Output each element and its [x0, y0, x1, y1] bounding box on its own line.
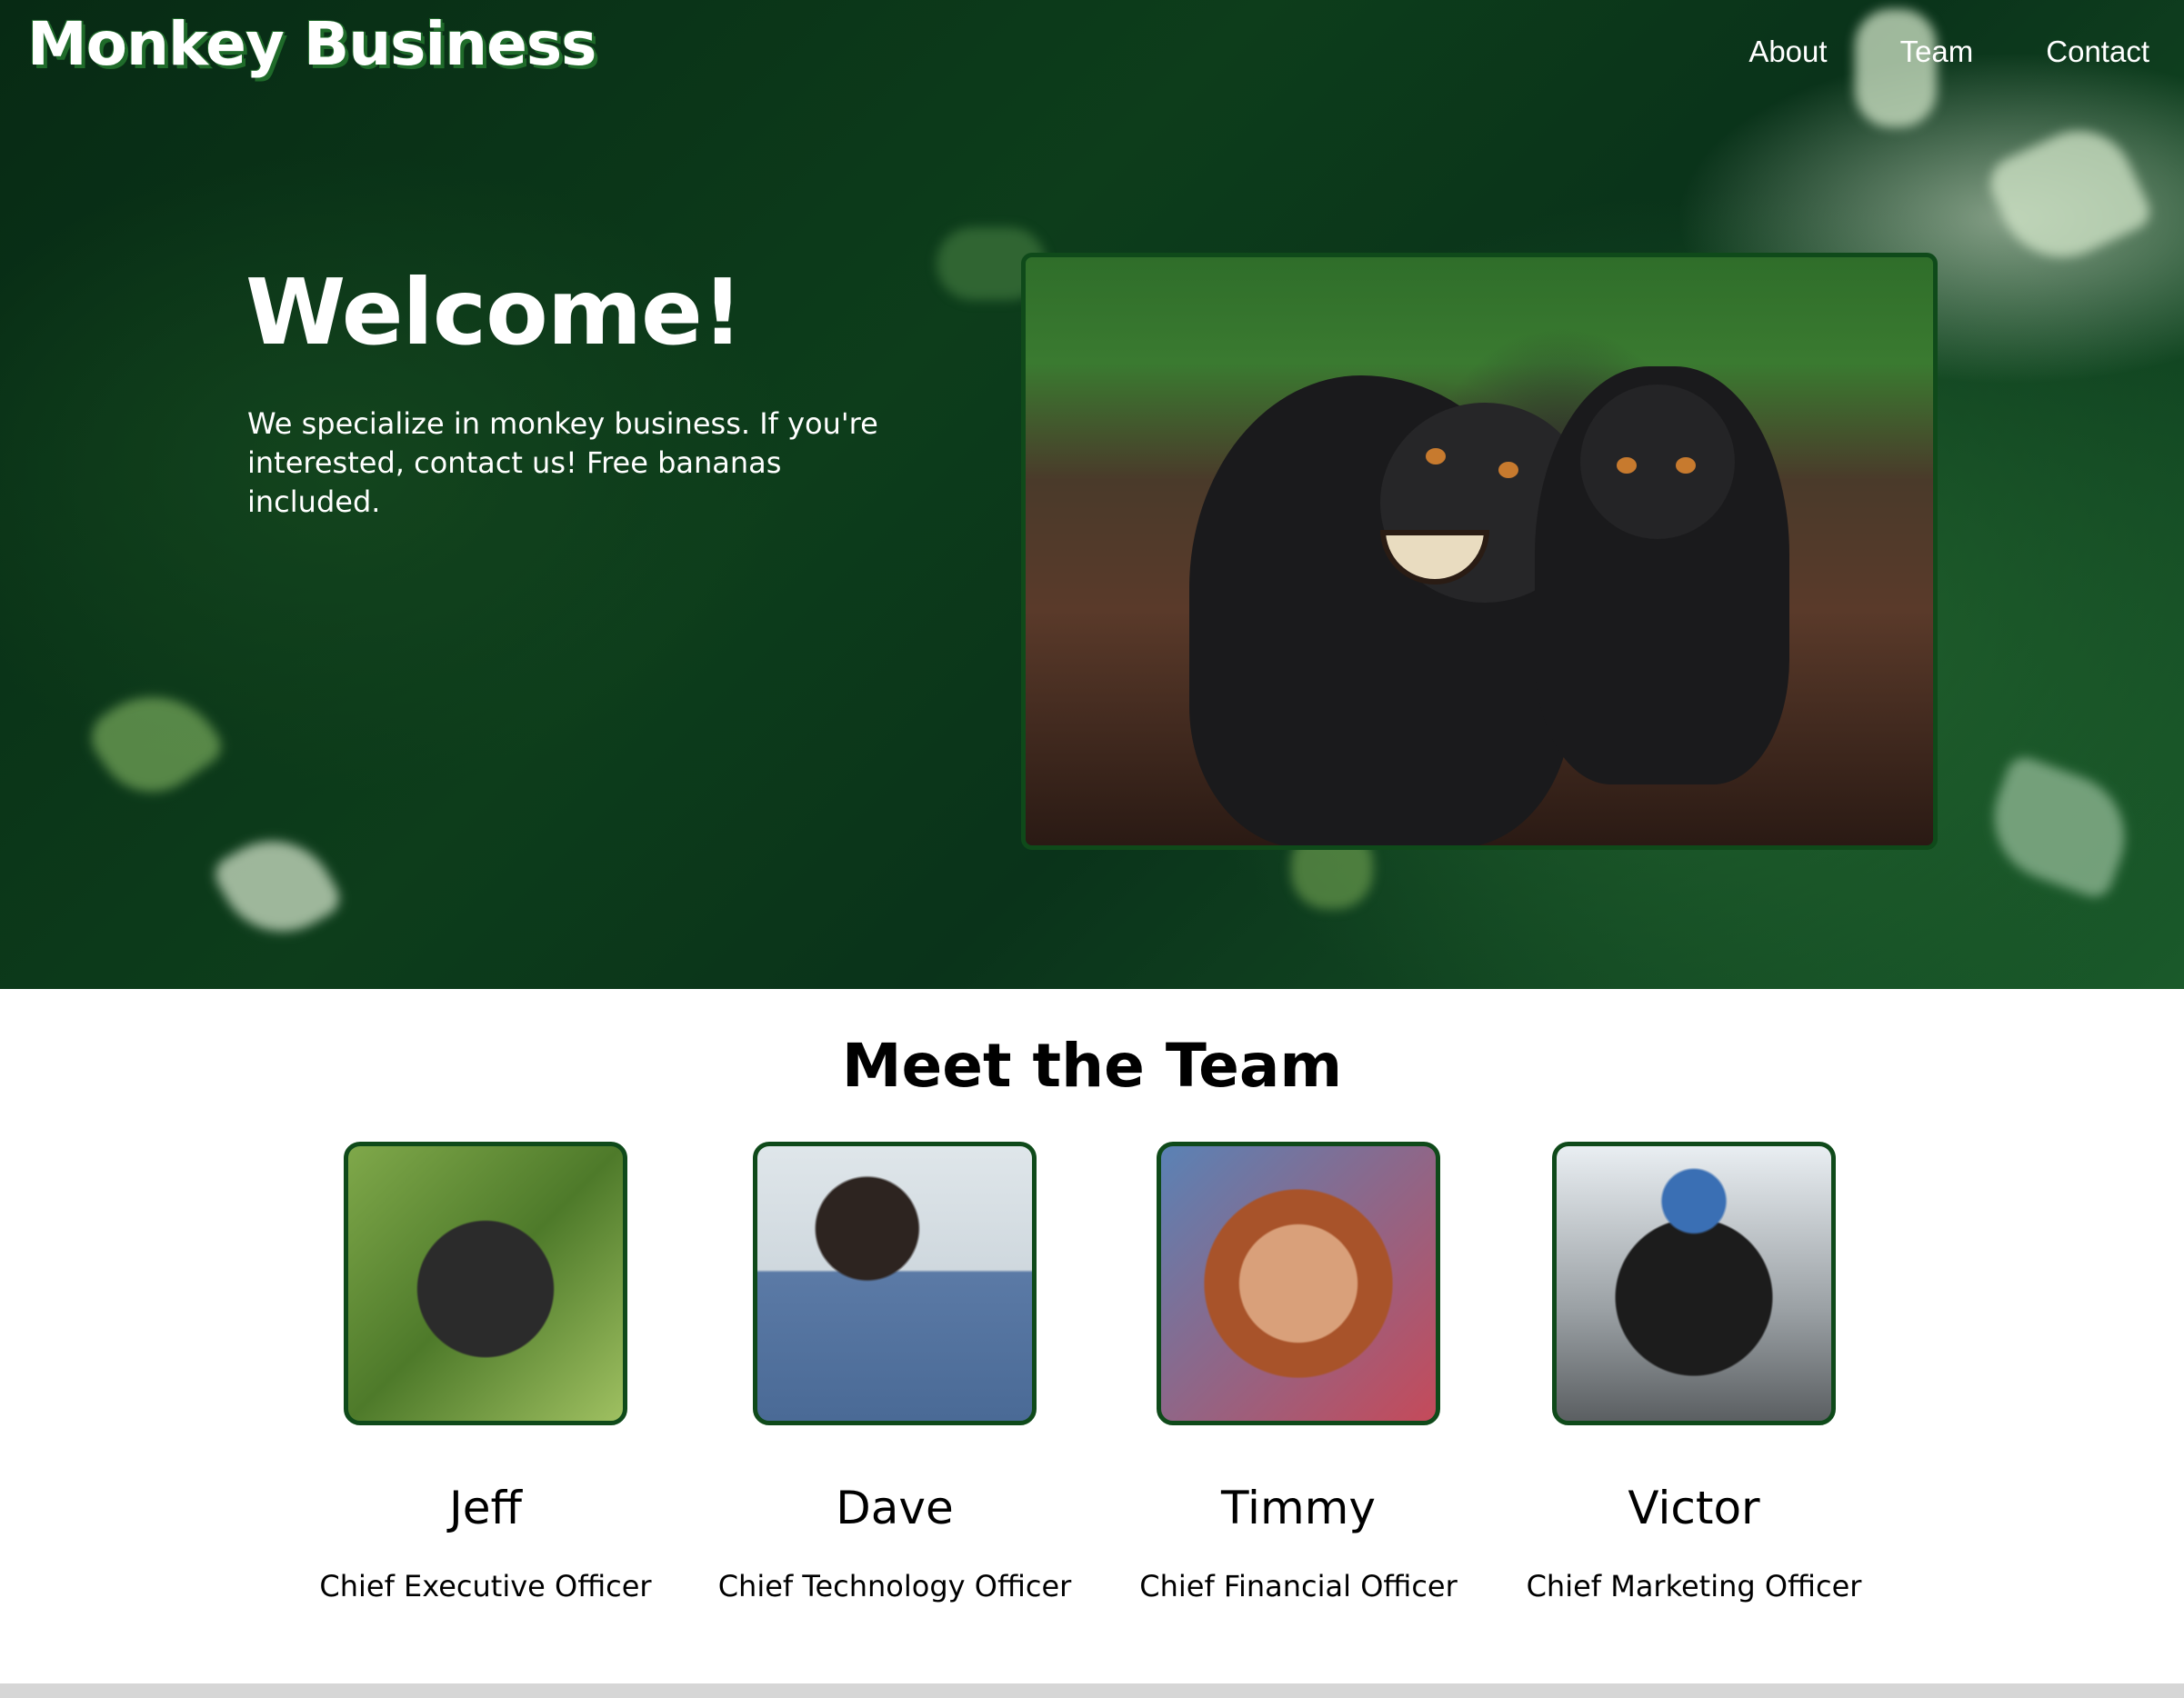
background-leaf-highlight [81, 668, 228, 814]
site-logo[interactable]: Monkey Business [27, 9, 596, 79]
monkey-eye [1676, 457, 1696, 474]
team-heading: Meet the Team [841, 1031, 1343, 1101]
team-member-name: Jeff [449, 1482, 522, 1534]
nav-link-contact[interactable]: Contact [2046, 35, 2149, 69]
background-leaf-highlight [208, 817, 346, 955]
team-photo-dave [753, 1142, 1037, 1425]
nav-link-about[interactable]: About [1748, 35, 1827, 69]
hero-monkeys-photo [1021, 253, 1938, 850]
hero-heading: Welcome! [245, 259, 743, 365]
background-leaf-highlight [1977, 752, 2142, 903]
monkey-head-right [1580, 385, 1735, 539]
monkey-eye [1498, 462, 1518, 478]
nav-link-team[interactable]: Team [1900, 35, 1974, 69]
main-nav: About Team Contact [1748, 35, 2149, 69]
footer-edge [0, 1683, 2184, 1698]
team-photo-timmy [1157, 1142, 1440, 1425]
background-leaf-highlight [1981, 113, 2156, 278]
team-member-role: Chief Financial Officer [1139, 1569, 1458, 1603]
team-member-role: Chief Technology Officer [717, 1569, 1072, 1603]
team-member-role: Chief Marketing Officer [1526, 1569, 1862, 1603]
hero-intro-text: We specialize in monkey business. If you… [247, 406, 878, 519]
team-member-name: Dave [836, 1482, 954, 1534]
hero-section: Monkey Business About Team Contact Welco… [0, 0, 2184, 989]
team-photo-jeff [344, 1142, 627, 1425]
team-member-name: Timmy [1221, 1482, 1376, 1534]
team-member-role: Chief Executive Officer [319, 1569, 652, 1603]
monkey-eye [1617, 457, 1637, 474]
monkey-eye [1426, 448, 1446, 464]
team-member-name: Victor [1628, 1482, 1760, 1534]
team-photo-victor [1552, 1142, 1836, 1425]
